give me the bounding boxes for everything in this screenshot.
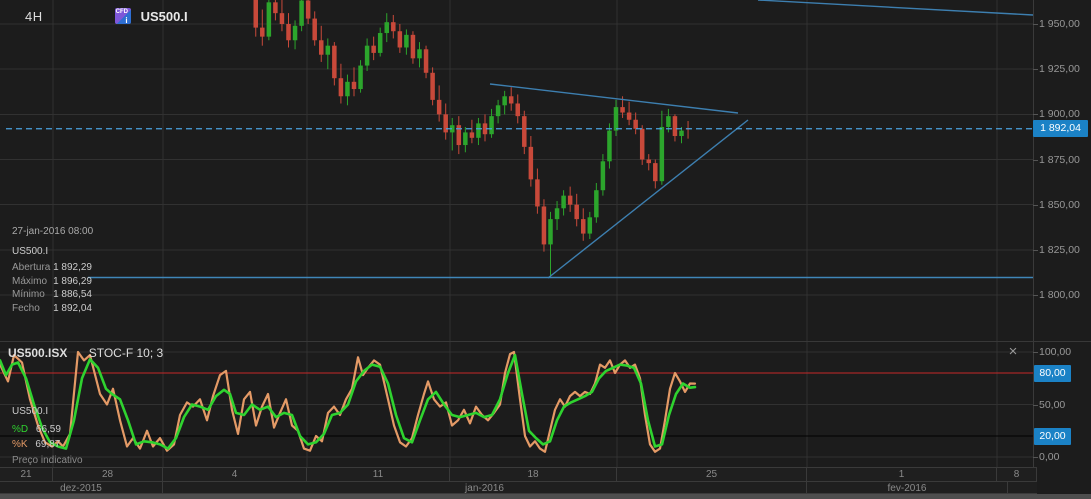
day-axis-cell[interactable]: 25 [617, 468, 807, 481]
close-indicator-button[interactable]: × [1004, 343, 1022, 361]
time-axis-days[interactable]: 21 28 4 11 18 25 1 8 [0, 467, 1037, 481]
month-axis-cell[interactable]: jan-2016 [163, 482, 807, 493]
panel-divider [0, 341, 1091, 342]
percent-d-value: 66,59 [35, 424, 61, 435]
indicator-level-tag: 20,00 [1034, 428, 1071, 445]
price-axis-label: 1 950,00 [1039, 18, 1080, 30]
time-axis-months[interactable]: dez-2015 jan-2016 fev-2016 [0, 481, 1037, 494]
day-axis-cell[interactable]: 1 [807, 468, 997, 481]
crosshair-datetime: 27-jan-2016 08:00 [12, 226, 94, 237]
ohlc-info-panel: 27-jan-2016 08:00 US500.I Abertura 1 892… [12, 226, 94, 315]
indicator-level-tag: 80,00 [1034, 365, 1071, 382]
low-row: Mínimo 1 886,54 [12, 289, 92, 301]
percent-k-value: 69,87 [35, 438, 61, 450]
horizontal-scrollbar[interactable] [0, 494, 1091, 499]
chart-header: 4H CFD i US500.I [25, 7, 188, 25]
open-row: Abertura 1 892,29 [12, 262, 92, 273]
info-instrument: US500.I [12, 246, 49, 257]
long-downtrend [757, 0, 1033, 16]
price-axis-label: 1 875,00 [1039, 154, 1080, 166]
indicator-axis-tick [1033, 405, 1038, 406]
percent-k-row: %K 69,87 [12, 438, 61, 450]
last-price-tag: 1 892,04 [1033, 120, 1088, 137]
instrument-title[interactable]: US500.I [141, 9, 188, 24]
month-axis-cell[interactable]: dez-2015 [0, 482, 163, 493]
candlestick-chart-canvas[interactable] [0, 0, 1033, 341]
close-row: Fecho 1 892,04 [12, 302, 92, 314]
cfd-instrument-icon: CFD i [114, 8, 131, 25]
indicator-axis-label: 100,00 [1039, 346, 1072, 358]
price-axis-tick [1033, 205, 1038, 206]
indicator-instrument-title[interactable]: US500.ISX [8, 346, 67, 360]
timeframe-label[interactable]: 4H [25, 9, 43, 24]
day-axis-cell[interactable]: 8 [997, 468, 1037, 481]
triangle-lower [547, 119, 749, 279]
indicator-axis-label: 50,00 [1039, 399, 1066, 411]
high-value: 1 896,29 [53, 275, 92, 287]
price-axis-tick [1033, 160, 1038, 161]
price-axis-label: 1 850,00 [1039, 199, 1080, 211]
price-axis-tick [1033, 250, 1038, 251]
indicator-header: US500.ISX STOC-F 10; 3 [8, 346, 163, 360]
trading-chart-window: 4H CFD i US500.I 27-jan-2016 08:00 US500… [0, 0, 1091, 499]
price-axis-label: 1 900,00 [1039, 108, 1080, 120]
indicative-price-note: Preço indicativo [12, 455, 83, 466]
price-axis-tick [1033, 69, 1038, 70]
price-axis-tick [1033, 295, 1038, 296]
percent-d-row: %D 66,59 [12, 424, 61, 435]
axis-separator [1033, 0, 1034, 494]
close-value: 1 892,04 [53, 302, 92, 314]
open-value: 1 892,29 [53, 262, 92, 273]
indicator-params[interactable]: STOC-F 10; 3 [89, 346, 163, 360]
day-axis-cell[interactable]: 28 [53, 468, 163, 481]
price-axis-tick [1033, 114, 1038, 115]
price-axis-label: 1 825,00 [1039, 244, 1080, 256]
indicator-axis-label: 0,00 [1039, 451, 1060, 463]
day-axis-cell[interactable]: 11 [307, 468, 450, 481]
day-axis-cell[interactable]: 21 [0, 468, 53, 481]
price-axis-label: 1 800,00 [1039, 289, 1080, 301]
indicator-info-panel: US500.I %D 66,59 %K 69,87 Preço indicati… [12, 406, 83, 466]
day-axis-cell[interactable]: 4 [163, 468, 307, 481]
price-axis-tick [1033, 24, 1038, 25]
indicator-axis-tick [1033, 457, 1038, 458]
indicator-axis-tick [1033, 352, 1038, 353]
stochastic-k-line [0, 350, 697, 453]
month-axis-cell[interactable]: fev-2016 [807, 482, 1008, 493]
low-value: 1 886,54 [53, 289, 92, 301]
price-axis-label: 1 925,00 [1039, 63, 1080, 75]
high-row: Máximo 1 896,29 [12, 275, 92, 287]
day-axis-cell[interactable]: 18 [450, 468, 617, 481]
